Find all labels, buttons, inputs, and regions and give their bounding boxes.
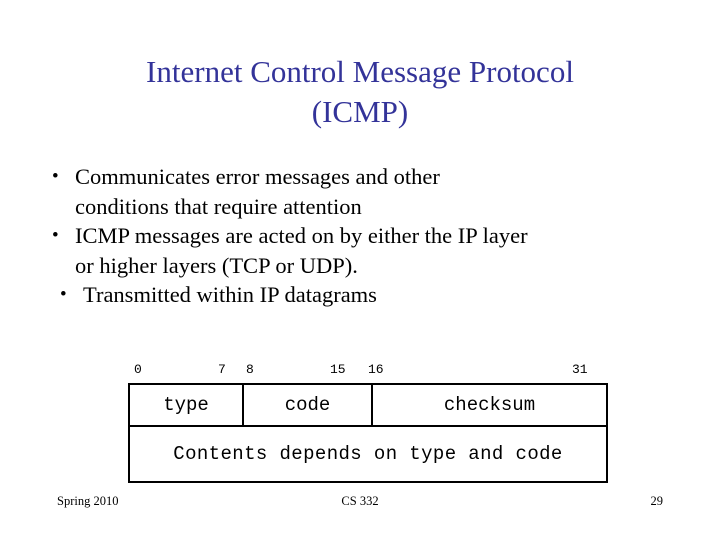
packet-field-type: type [128,383,244,427]
table-row: Contents depends on type and code [128,425,608,483]
bullet-point-icon: • [52,166,59,187]
footer-slide-number: 29 [650,494,664,508]
list-item-text: ICMP messages are acted on by either the… [75,221,682,280]
list-item: • Transmitted within IP datagrams [52,280,682,310]
title-line-2: (ICMP) [311,94,409,129]
list-item-line: conditions that require attention [75,193,362,219]
bit-label-0: 0 [134,362,142,377]
bit-position-ruler: 0 7 8 15 16 31 [128,362,600,383]
packet-field-code: code [242,383,373,427]
packet-field-table: type code checksum Contents depends on t… [128,383,608,483]
packet-field-checksum: checksum [371,383,608,427]
packet-field-contents: Contents depends on type and code [128,425,608,483]
list-item-text: Communicates error messages and other co… [75,162,682,221]
slide-canvas: Internet Control Message Protocol (ICMP)… [0,0,720,540]
bullet-point-icon: • [52,225,59,246]
bit-label-16: 16 [368,362,384,377]
list-item-line: Communicates error messages and other [75,164,440,189]
page-title: Internet Control Message Protocol (ICMP) [40,52,680,132]
list-item-text: Transmitted within IP datagrams [83,280,682,310]
list-item-line: or higher layers (TCP or UDP). [75,252,358,278]
list-item-line: ICMP messages are acted on by either the… [75,223,528,248]
bit-label-7: 7 [218,362,226,377]
icmp-packet-diagram: 0 7 8 15 16 31 type code checksum Conten… [128,362,608,483]
bullet-point-icon: • [60,284,67,305]
bit-label-15: 15 [330,362,346,377]
list-item-line: Transmitted within IP datagrams [83,282,377,307]
bit-label-8: 8 [246,362,254,377]
title-line-1: Internet Control Message Protocol [146,54,574,89]
slide-footer: Spring 2010 CS 332 29 [0,494,720,514]
list-item: • Communicates error messages and other … [52,162,682,221]
list-item: • ICMP messages are acted on by either t… [52,221,682,280]
footer-course: CS 332 [341,494,379,508]
bullet-list: • Communicates error messages and other … [52,162,682,310]
bit-label-31: 31 [572,362,588,377]
table-row: type code checksum [128,383,608,427]
